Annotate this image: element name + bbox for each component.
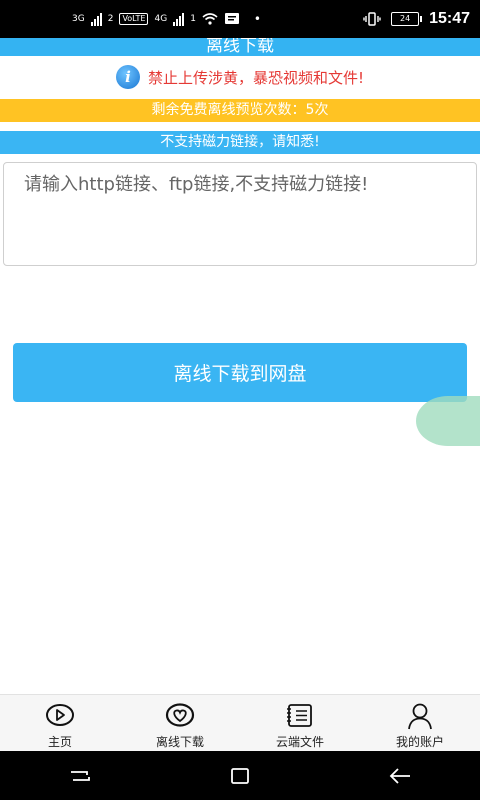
offline-download-button[interactable]: 离线下载到网盘 — [13, 343, 467, 402]
tab-label-home: 主页 — [47, 735, 72, 749]
info-icon: i — [115, 65, 140, 89]
system-nav-bar — [0, 751, 480, 800]
status-right: 24 15:47 — [363, 6, 470, 32]
notification-icon — [224, 13, 239, 24]
page-title: 离线下载 — [206, 38, 274, 56]
signal-icon-2 — [173, 12, 185, 26]
status-bar: 3G 2 VoLTE 4G 1 • 24 15:47 — [0, 0, 480, 38]
bottom-tab-bar: 主页 离线下载 云端文件 我的账户 — [0, 694, 480, 752]
heart-icon — [165, 703, 195, 727]
clock: 15:47 — [429, 10, 470, 27]
dot-indicator: • — [253, 12, 261, 26]
sim-number-1: 1 — [190, 14, 196, 24]
vibrate-icon — [363, 12, 381, 26]
network-type-2: 4G — [154, 14, 168, 24]
back-icon[interactable] — [387, 766, 413, 786]
sim-number-2: 2 — [107, 14, 114, 24]
signal-icon — [90, 12, 102, 26]
battery-icon: 24 — [391, 12, 423, 26]
wifi-icon — [202, 13, 218, 25]
recent-apps-icon[interactable] — [67, 766, 93, 786]
tab-offline-download[interactable]: 离线下载 — [120, 695, 240, 752]
magnet-notice-banner: 不支持磁力链接，请知悉! — [0, 131, 480, 154]
tab-my-account[interactable]: 我的账户 — [360, 695, 480, 752]
home-icon[interactable] — [227, 766, 253, 786]
warning-text: 禁止上传涉黄，暴恐视频和文件! — [147, 68, 364, 87]
quota-banner: 剩余免费离线预览次数：5次 — [0, 99, 480, 122]
tab-label-offline-download: 离线下载 — [155, 735, 204, 749]
tab-home[interactable]: 主页 — [0, 695, 120, 752]
url-input[interactable] — [3, 162, 477, 266]
user-icon — [408, 703, 432, 730]
file-list-icon — [287, 704, 312, 727]
play-icon — [46, 704, 74, 726]
title-bar: 离线下载 — [0, 38, 480, 56]
touch-indicator — [416, 396, 480, 446]
tab-cloud-files[interactable]: 云端文件 — [240, 695, 360, 752]
volte-badge: VoLTE — [119, 13, 149, 25]
warning-banner: i 禁止上传涉黄，暴恐视频和文件! — [0, 62, 480, 92]
tab-label-cloud-files: 云端文件 — [275, 735, 324, 749]
tab-label-my-account: 我的账户 — [395, 735, 444, 749]
status-left: 3G 2 VoLTE 4G 1 • — [72, 8, 261, 30]
network-type-1: 3G — [72, 14, 85, 24]
